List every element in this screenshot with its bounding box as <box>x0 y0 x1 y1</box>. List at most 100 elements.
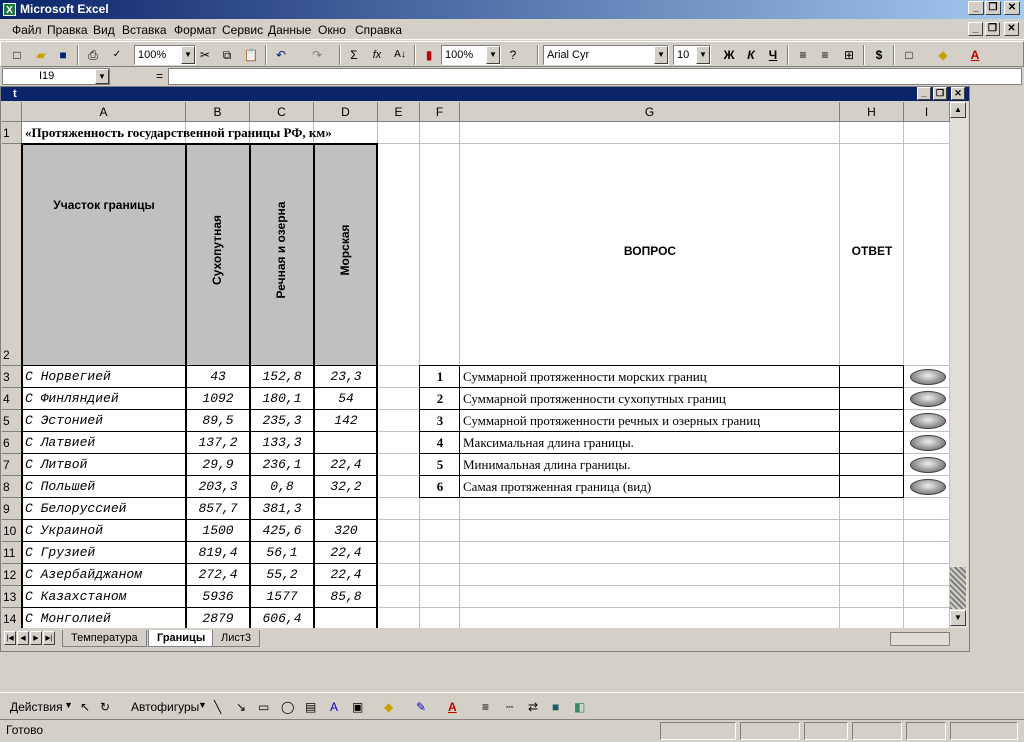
answer-cell[interactable] <box>840 410 904 432</box>
value-cell[interactable]: 1577 <box>250 586 314 608</box>
value-cell[interactable]: 606,4 <box>250 608 314 628</box>
value-cell[interactable]: 137,2 <box>186 432 250 454</box>
autoshapes-menu[interactable]: Автофигуры <box>131 700 199 714</box>
select-all-corner[interactable] <box>2 102 22 122</box>
open-icon[interactable]: ▰ <box>31 45 51 65</box>
rectangle-icon[interactable]: ▭ <box>258 700 269 714</box>
check-answer-button[interactable] <box>910 391 946 407</box>
font-color-icon[interactable]: A <box>965 45 985 65</box>
value-cell[interactable]: 56,1 <box>250 542 314 564</box>
tab-first-icon[interactable]: |◀ <box>4 631 16 645</box>
clipart-icon[interactable]: ▣ <box>352 700 363 714</box>
column-header-A[interactable]: A <box>22 102 186 122</box>
restore-button[interactable]: ❐ <box>985 1 1001 15</box>
value-cell[interactable]: 55,2 <box>250 564 314 586</box>
cut-icon[interactable]: ✂ <box>195 45 215 65</box>
actions-chevron-icon[interactable]: ▼ <box>64 700 73 710</box>
line-icon[interactable]: ╲ <box>214 700 221 714</box>
close-button[interactable]: ✕ <box>1004 1 1020 15</box>
column-header-E[interactable]: E <box>378 102 420 122</box>
value-cell[interactable]: 425,6 <box>250 520 314 542</box>
row-header-11[interactable]: 11 <box>2 542 22 564</box>
dash-style-icon[interactable]: ┄ <box>506 700 513 714</box>
value-cell[interactable]: 180,1 <box>250 388 314 410</box>
chevron-down-icon[interactable]: ▼ <box>181 46 195 64</box>
horizontal-scrollbar[interactable] <box>890 632 950 646</box>
wb-minimize-button[interactable]: _ <box>968 22 983 36</box>
scroll-down-icon[interactable]: ▼ <box>950 610 966 626</box>
row-header-14[interactable]: 14 <box>2 608 22 628</box>
shadow-icon[interactable]: ■ <box>552 700 559 714</box>
value-cell[interactable]: 203,3 <box>186 476 250 498</box>
value-cell[interactable]: 819,4 <box>186 542 250 564</box>
chevron-down-icon[interactable]: ▼ <box>486 46 500 64</box>
value-cell[interactable]: 89,5 <box>186 410 250 432</box>
bold-button[interactable]: Ж <box>719 45 739 65</box>
country-cell[interactable]: С Грузией <box>25 542 185 564</box>
autoshapes-chevron-icon[interactable]: ▼ <box>198 700 207 710</box>
arrow-style-icon[interactable]: ⇄ <box>528 700 538 714</box>
country-cell[interactable]: С Литвой <box>25 454 185 476</box>
row-header-6[interactable]: 6 <box>2 432 22 454</box>
value-cell[interactable]: 272,4 <box>186 564 250 586</box>
chart-wizard-icon[interactable]: ▮ <box>419 45 439 65</box>
country-cell[interactable]: С Казахстаном <box>25 586 185 608</box>
tab-temperature[interactable]: Температура <box>62 630 147 647</box>
zoom-combo[interactable]: 100% ▼ <box>134 45 196 65</box>
check-answer-button[interactable] <box>910 413 946 429</box>
copy-icon[interactable]: ⧉ <box>217 45 237 65</box>
italic-button[interactable]: К <box>741 45 761 65</box>
answer-cell[interactable] <box>840 432 904 454</box>
column-header-D[interactable]: D <box>314 102 378 122</box>
value-cell[interactable]: 0,8 <box>250 476 314 498</box>
row-header-3[interactable]: 3 <box>2 366 22 388</box>
value-cell[interactable]: 235,3 <box>250 410 314 432</box>
redo-icon[interactable]: ↷ <box>307 45 327 65</box>
print-icon[interactable]: ⎙ <box>83 45 103 65</box>
country-cell[interactable]: С Финляндией <box>25 388 185 410</box>
answer-cell[interactable] <box>840 366 904 388</box>
column-header-C[interactable]: C <box>250 102 314 122</box>
actions-menu[interactable]: Действия <box>10 700 63 714</box>
value-cell[interactable]: 5936 <box>186 586 250 608</box>
wb-inner-minimize[interactable]: _ <box>917 87 931 100</box>
value-cell[interactable]: 152,8 <box>250 366 314 388</box>
row-header-12[interactable]: 12 <box>2 564 22 586</box>
value-cell[interactable]: 23,3 <box>314 366 378 388</box>
menu-help[interactable]: Справка <box>355 23 402 37</box>
underline-button[interactable]: Ч <box>763 45 783 65</box>
row-header-7[interactable]: 7 <box>2 454 22 476</box>
value-cell[interactable] <box>314 432 378 454</box>
textbox-icon[interactable]: ▤ <box>305 700 316 714</box>
zoom-combo-2[interactable]: 100% ▼ <box>441 45 501 65</box>
free-rotate-icon[interactable]: ↻ <box>100 700 110 714</box>
currency-button[interactable]: $ <box>869 45 889 65</box>
menu-format[interactable]: Формат <box>174 23 217 37</box>
oval-icon[interactable]: ◯ <box>281 700 294 714</box>
wb-inner-restore[interactable]: ❐ <box>933 87 947 100</box>
paste-icon[interactable]: 📋 <box>241 45 261 65</box>
value-cell[interactable]: 320 <box>314 520 378 542</box>
line-style-icon[interactable]: ≡ <box>482 700 489 714</box>
value-cell[interactable]: 142 <box>314 410 378 432</box>
align-left-icon[interactable]: ≡ <box>793 45 813 65</box>
country-cell[interactable]: С Украиной <box>25 520 185 542</box>
check-answer-button[interactable] <box>910 369 946 385</box>
fill-color-icon[interactable]: ◆ <box>933 45 953 65</box>
row-header-9[interactable]: 9 <box>2 498 22 520</box>
align-center-icon[interactable]: ≡ <box>815 45 835 65</box>
worksheet-grid[interactable]: ABCDEFGHI12345678910111213141516171819«П… <box>2 102 950 628</box>
autosum-icon[interactable]: Σ <box>344 45 364 65</box>
merge-center-icon[interactable]: ⊞ <box>839 45 859 65</box>
value-cell[interactable]: 236,1 <box>250 454 314 476</box>
country-cell[interactable]: С Польшей <box>25 476 185 498</box>
menu-window[interactable]: Окно <box>318 23 346 37</box>
wb-inner-close[interactable]: ✕ <box>951 87 965 100</box>
row-header-8[interactable]: 8 <box>2 476 22 498</box>
column-header-G[interactable]: G <box>460 102 840 122</box>
arrow-icon[interactable]: ↘ <box>236 700 246 714</box>
help-icon[interactable]: ? <box>503 45 523 65</box>
value-cell[interactable] <box>314 608 378 628</box>
tab-last-icon[interactable]: ▶| <box>43 631 55 645</box>
formula-input[interactable] <box>168 68 1022 85</box>
